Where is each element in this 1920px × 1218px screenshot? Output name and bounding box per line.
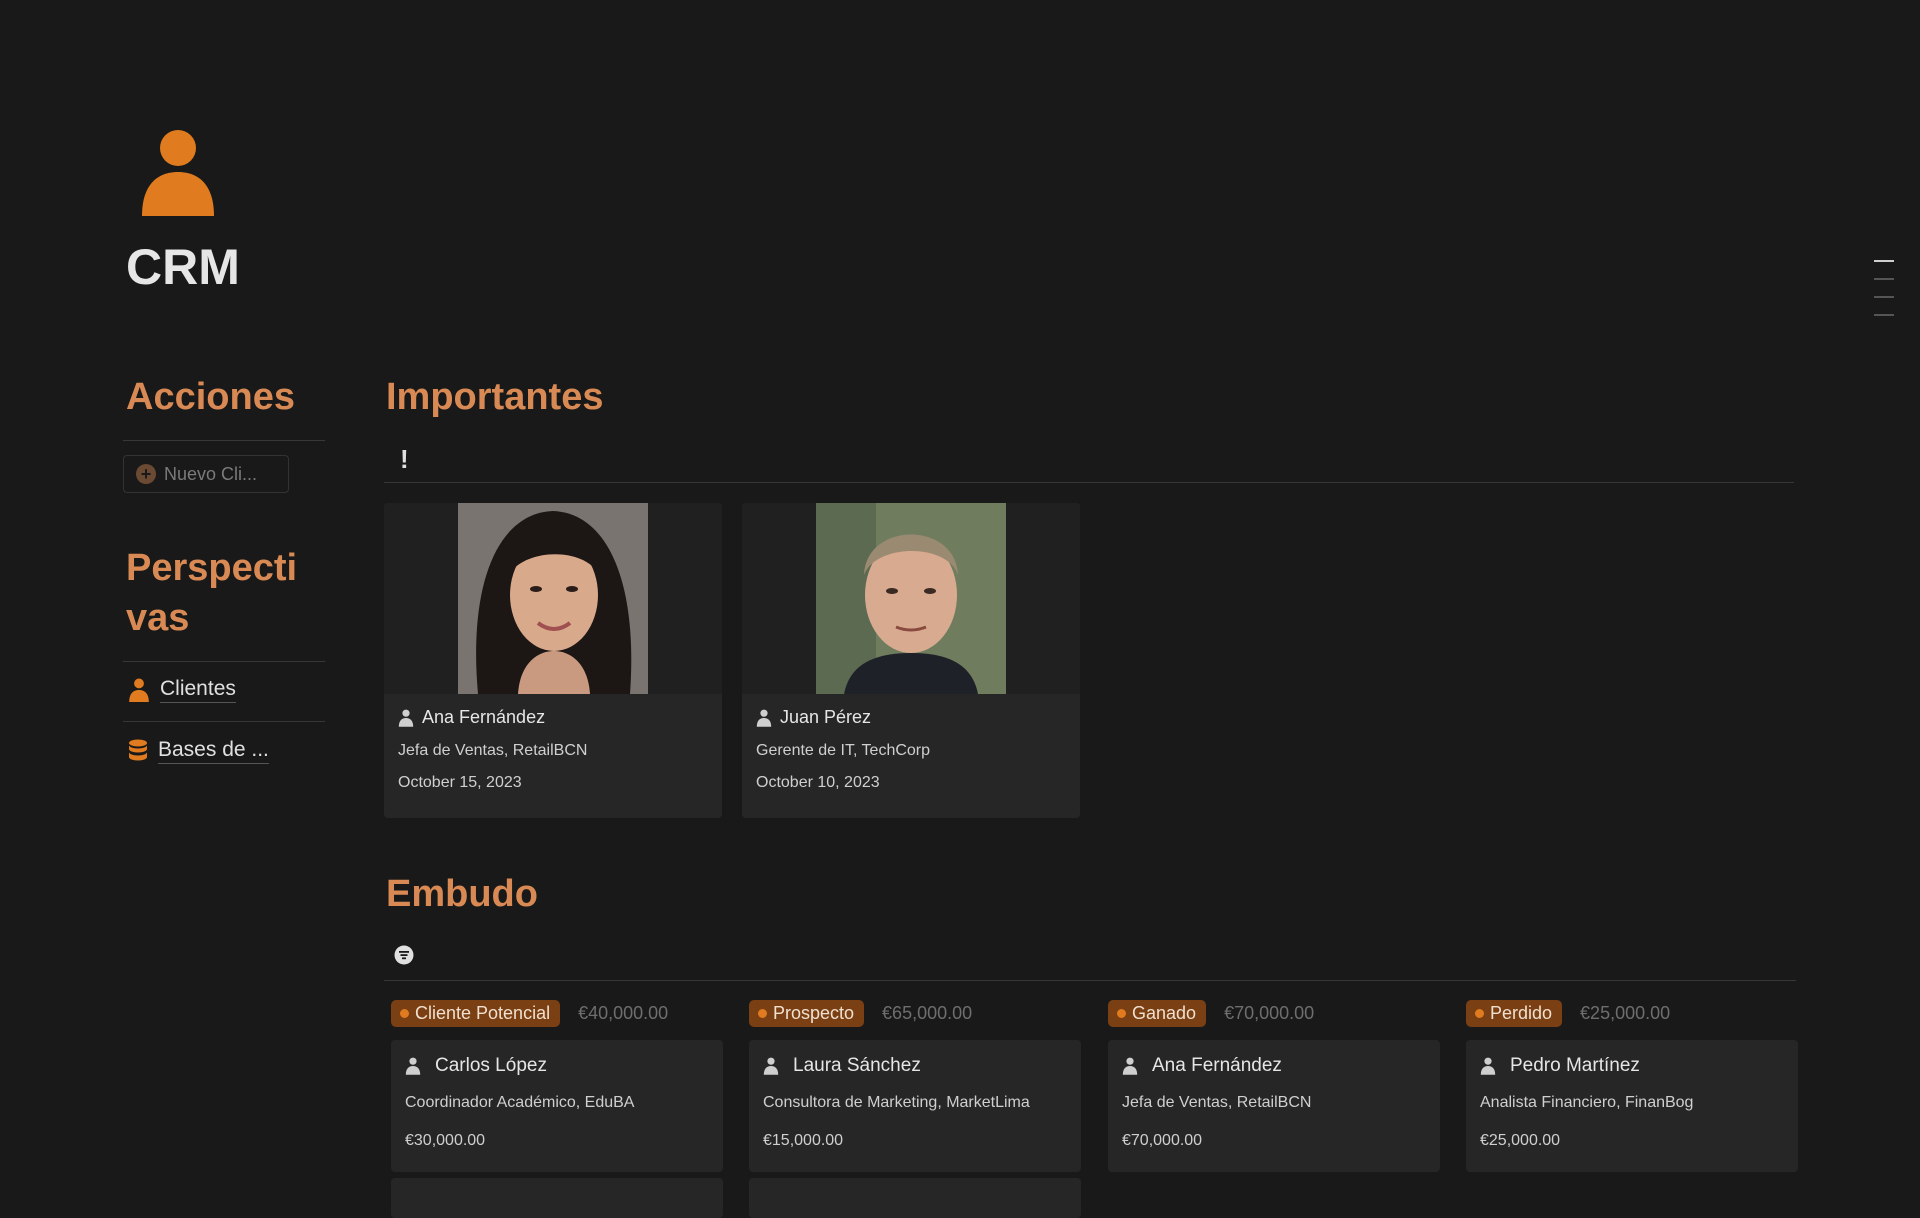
card-name: Pedro Martínez (1510, 1055, 1640, 1076)
card-title: Carlos López (405, 1055, 709, 1077)
card-name: Laura Sánchez (793, 1055, 921, 1076)
person-icon (1480, 1057, 1496, 1075)
card-role: Jefa de Ventas, RetailBCN (1122, 1094, 1312, 1111)
column-sum: €70,000.00 (1224, 1003, 1315, 1023)
column-sum: €65,000.00 (882, 1003, 973, 1023)
board-card[interactable]: Carlos López Coordinador Académico, EduB… (391, 1040, 723, 1172)
card-cover (742, 503, 1080, 694)
sidebar-item-bases[interactable]: Bases de ... (128, 738, 269, 764)
board-column-header: Perdido €25,000.00 (1466, 1000, 1670, 1027)
card-role: Consultora de Marketing, MarketLima (763, 1094, 1030, 1111)
person-icon (129, 678, 149, 702)
perspectives-heading-line1: Perspecti (126, 547, 298, 589)
board-column-header: Cliente Potencial €40,000.00 (391, 1000, 668, 1027)
card-role: Gerente de IT, TechCorp (756, 742, 931, 759)
card-value: €25,000.00 (1480, 1132, 1561, 1149)
column-sum: €25,000.00 (1580, 1003, 1671, 1023)
status-dot (1475, 1009, 1484, 1018)
card-value: €70,000.00 (1122, 1132, 1203, 1149)
important-heading: Importantes (386, 376, 604, 418)
person-icon (405, 1057, 421, 1075)
new-client-label: Nuevo Cli... (164, 463, 258, 484)
card-role: Coordinador Académico, EduBA (405, 1094, 635, 1111)
card-date: October 15, 2023 (398, 774, 522, 791)
board-column-header: Prospecto €65,000.00 (749, 1000, 972, 1027)
gallery-card[interactable]: Juan Pérez Gerente de IT, TechCorp Octob… (742, 503, 1080, 818)
perspectives-heading: Perspecti vas (126, 543, 297, 643)
toc-line[interactable] (1874, 278, 1894, 280)
board-card[interactable] (749, 1178, 1081, 1218)
perspectives-heading-line2: vas (126, 597, 190, 639)
status-label: Perdido (1490, 1003, 1553, 1023)
filter-icon[interactable] (394, 945, 414, 965)
sidebar-item-label: Bases de ... (158, 738, 269, 764)
funnel-heading: Embudo (386, 873, 538, 915)
gallery-card[interactable]: Ana Fernández Jefa de Ventas, RetailBCN … (384, 503, 722, 818)
person-icon (1122, 1057, 1138, 1075)
toc-line[interactable] (1874, 314, 1894, 316)
divider (123, 440, 325, 441)
sidebar-item-clientes[interactable]: Clientes (128, 677, 236, 703)
card-cover (384, 503, 722, 694)
card-name: Ana Fernández (1152, 1055, 1282, 1076)
portrait-woman (458, 503, 648, 694)
status-dot (400, 1009, 409, 1018)
board-column-header: Ganado €70,000.00 (1108, 1000, 1314, 1027)
divider (384, 482, 1794, 483)
card-title: Laura Sánchez (763, 1055, 1067, 1077)
board-card[interactable]: Laura Sánchez Consultora de Marketing, M… (749, 1040, 1081, 1172)
plus-circle-icon: + (136, 464, 156, 484)
board-card[interactable]: Pedro Martínez Analista Financiero, Fina… (1466, 1040, 1798, 1172)
card-name: Juan Pérez (780, 707, 872, 727)
status-dot (1117, 1009, 1126, 1018)
board-card[interactable] (391, 1178, 723, 1218)
card-title: Ana Fernández (1122, 1055, 1426, 1077)
status-label: Ganado (1132, 1003, 1197, 1023)
person-icon (398, 709, 414, 727)
exclamation-icon[interactable]: ! (400, 444, 409, 475)
page-title: CRM (126, 239, 240, 295)
card-title: Pedro Martínez (1480, 1055, 1784, 1077)
table-of-contents[interactable] (1874, 260, 1894, 332)
person-icon (142, 130, 214, 216)
portrait-man (816, 503, 1006, 694)
database-icon (129, 739, 147, 761)
card-name: Ana Fernández (422, 707, 546, 727)
status-label: Cliente Potencial (415, 1003, 551, 1023)
divider (384, 980, 1796, 981)
actions-heading: Acciones (126, 376, 295, 418)
sidebar-item-label: Clientes (160, 677, 236, 703)
card-role: Jefa de Ventas, RetailBCN (398, 742, 588, 759)
new-client-button[interactable]: + Nuevo Cli... (123, 455, 289, 493)
card-date: October 10, 2023 (756, 774, 880, 791)
card-value: €15,000.00 (763, 1132, 844, 1149)
status-label: Prospecto (773, 1003, 855, 1023)
card-value: €30,000.00 (405, 1132, 486, 1149)
card-title: Ana Fernández (398, 707, 708, 728)
toc-line[interactable] (1874, 260, 1894, 262)
person-icon (756, 709, 772, 727)
status-badge[interactable]: Ganado (1108, 1000, 1207, 1027)
status-badge[interactable]: Prospecto (749, 1000, 865, 1027)
column-sum: €40,000.00 (578, 1003, 669, 1023)
board-card[interactable]: Ana Fernández Jefa de Ventas, RetailBCN … (1108, 1040, 1440, 1172)
status-badge[interactable]: Cliente Potencial (391, 1000, 561, 1027)
divider (123, 721, 325, 722)
card-title: Juan Pérez (756, 707, 1066, 728)
card-name: Carlos López (435, 1055, 547, 1076)
toc-line[interactable] (1874, 296, 1894, 298)
status-badge[interactable]: Perdido (1466, 1000, 1563, 1027)
divider (123, 661, 325, 662)
status-dot (758, 1009, 767, 1018)
card-role: Analista Financiero, FinanBog (1480, 1094, 1694, 1111)
person-icon (763, 1057, 779, 1075)
